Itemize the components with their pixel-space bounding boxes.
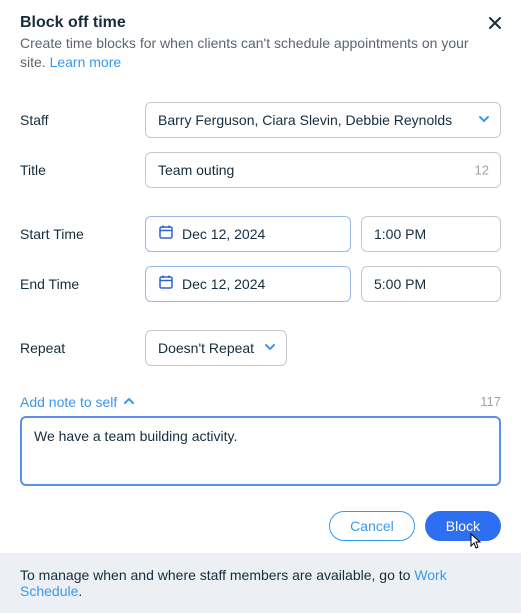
learn-more-link[interactable]: Learn more xyxy=(50,54,122,70)
chevron-up-icon xyxy=(123,394,135,410)
title-label: Title xyxy=(20,162,145,178)
footer-suffix: . xyxy=(78,583,82,599)
staff-value: Barry Ferguson, Ciara Slevin, Debbie Rey… xyxy=(158,112,452,128)
block-label: Block xyxy=(446,518,480,534)
modal-title: Block off time xyxy=(20,14,501,32)
cancel-button[interactable]: Cancel xyxy=(329,511,415,541)
chevron-down-icon xyxy=(264,340,276,356)
footer-actions: Cancel Block xyxy=(0,503,521,553)
close-button[interactable] xyxy=(485,14,505,34)
note-header: Add note to self 117 xyxy=(0,380,521,416)
footer-bar: To manage when and where staff members a… xyxy=(0,553,521,613)
title-input[interactable]: Team outing xyxy=(145,152,501,188)
start-date-value: Dec 12, 2024 xyxy=(182,226,265,242)
title-value: Team outing xyxy=(158,162,234,178)
repeat-label: Repeat xyxy=(20,340,145,356)
end-time-label: End Time xyxy=(20,276,145,292)
modal-header: Block off time Create time blocks for wh… xyxy=(0,0,521,82)
chevron-down-icon xyxy=(478,112,490,128)
calendar-icon xyxy=(158,224,174,243)
note-char-count: 117 xyxy=(480,394,501,409)
end-date-value: Dec 12, 2024 xyxy=(182,276,265,292)
cancel-label: Cancel xyxy=(350,518,394,534)
close-icon xyxy=(487,15,503,34)
title-char-count: 12 xyxy=(475,162,489,177)
staff-label: Staff xyxy=(20,112,145,128)
repeat-select[interactable]: Doesn't Repeat xyxy=(145,330,287,366)
section-repeat: Repeat Doesn't Repeat xyxy=(0,316,521,380)
cursor-icon xyxy=(468,533,484,554)
modal-subtitle: Create time blocks for when clients can'… xyxy=(20,34,470,72)
calendar-icon xyxy=(158,274,174,293)
end-time-input[interactable]: 5:00 PM xyxy=(361,266,501,302)
section-time: Start Time Dec 12, 2024 1:00 PM End Time… xyxy=(0,202,521,316)
block-button[interactable]: Block xyxy=(425,511,501,541)
start-time-label: Start Time xyxy=(20,226,145,242)
note-body xyxy=(0,416,521,503)
repeat-value: Doesn't Repeat xyxy=(158,340,254,356)
staff-select[interactable]: Barry Ferguson, Ciara Slevin, Debbie Rey… xyxy=(145,102,501,138)
end-time-value: 5:00 PM xyxy=(374,276,426,292)
footer-text: To manage when and where staff members a… xyxy=(20,567,414,583)
note-toggle-label: Add note to self xyxy=(20,394,117,410)
note-textarea[interactable] xyxy=(20,416,501,486)
start-time-input[interactable]: 1:00 PM xyxy=(361,216,501,252)
start-date-input[interactable]: Dec 12, 2024 xyxy=(145,216,351,252)
section-basic: Staff Barry Ferguson, Ciara Slevin, Debb… xyxy=(0,88,521,202)
end-date-input[interactable]: Dec 12, 2024 xyxy=(145,266,351,302)
add-note-toggle[interactable]: Add note to self xyxy=(20,394,135,410)
start-time-value: 1:00 PM xyxy=(374,226,426,242)
